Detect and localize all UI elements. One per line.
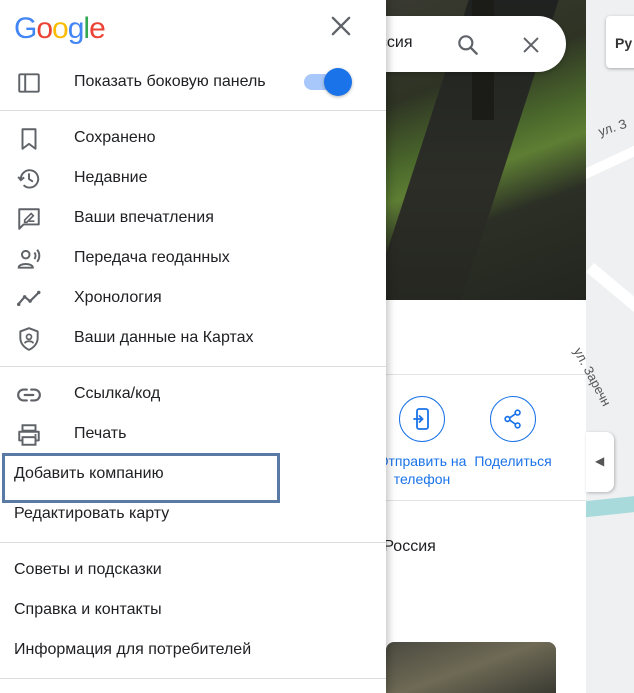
shield-icon xyxy=(19,327,39,351)
close-icon[interactable] xyxy=(327,12,355,40)
map-canvas[interactable] xyxy=(586,0,634,693)
place-photo[interactable] xyxy=(386,642,556,693)
menu-item-saved[interactable]: Сохранено xyxy=(0,118,386,158)
menu-item-your-data[interactable]: Ваши данные на Картах xyxy=(0,318,386,358)
print-icon xyxy=(18,424,40,446)
history-icon xyxy=(17,169,40,189)
menu-item-print[interactable]: Печать xyxy=(0,414,386,454)
menu-item-label: Информация для потребителей xyxy=(14,641,252,658)
menu-item-label: Редактировать карту xyxy=(14,505,170,522)
menu-item-label: Ссылка/код xyxy=(74,385,161,402)
map-chip[interactable]: Ру xyxy=(606,16,634,68)
divider xyxy=(0,366,386,367)
action-label: Поделиться xyxy=(474,453,552,469)
google-logo: Google xyxy=(14,12,106,45)
clear-search-icon[interactable] xyxy=(520,34,542,56)
sidebar-icon xyxy=(18,73,40,93)
action-label: Отправить на телефон xyxy=(377,453,467,487)
divider xyxy=(0,110,386,111)
menu-item-label: Сохранено xyxy=(74,129,156,146)
location-sharing-icon xyxy=(17,249,41,269)
menu-item-help[interactable]: Справка и контакты xyxy=(0,590,386,630)
sidebar-toggle-switch[interactable] xyxy=(302,68,352,96)
share-icon xyxy=(504,409,521,429)
menu-item-label: Хронология xyxy=(74,289,162,306)
menu-item-label: Ваши впечатления xyxy=(74,209,214,226)
menu-item-contributions[interactable]: Ваши впечатления xyxy=(0,198,386,238)
menu-item-label: Ваши данные на Картах xyxy=(74,329,254,346)
menu-item-timeline[interactable]: Хронология xyxy=(0,278,386,318)
menu-item-recent[interactable]: Недавние xyxy=(0,158,386,198)
divider xyxy=(0,542,386,543)
menu-item-label: Недавние xyxy=(74,169,148,186)
search-icon[interactable] xyxy=(455,32,481,58)
send-to-phone-icon xyxy=(413,408,429,430)
menu-item-label: Передача геоданных xyxy=(74,249,230,266)
review-icon xyxy=(18,208,40,230)
menu-item-label: Печать xyxy=(74,425,127,442)
share-button[interactable]: Поделиться xyxy=(463,396,563,470)
collapse-panel-button[interactable]: ◀ xyxy=(586,432,614,492)
menu-item-label: Добавить компанию xyxy=(14,465,164,482)
menu-item-link[interactable]: Ссылка/код xyxy=(0,374,386,414)
link-icon xyxy=(17,388,41,402)
chevron-left-icon: ◀ xyxy=(595,454,605,468)
menu-item-tips[interactable]: Советы и подсказки xyxy=(0,550,386,590)
menu-item-consumer-info[interactable]: Информация для потребителей xyxy=(0,630,386,670)
send-to-phone-button[interactable]: Отправить на телефон xyxy=(372,396,472,488)
menu-item-label: Советы и подсказки xyxy=(14,561,162,578)
menu-item-edit-map[interactable]: Редактировать карту xyxy=(0,494,386,534)
divider xyxy=(0,678,386,679)
divider xyxy=(360,500,586,501)
menu-item-location-sharing[interactable]: Передача геоданных xyxy=(0,238,386,278)
side-menu-drawer: Google Показать боковую панель Сохранено… xyxy=(0,0,386,693)
bookmark-icon xyxy=(21,128,37,150)
timeline-icon xyxy=(16,290,41,307)
menu-item-add-business[interactable]: Добавить компанию xyxy=(0,454,386,494)
menu-item-label: Справка и контакты xyxy=(14,601,162,618)
divider xyxy=(360,374,586,375)
menu-item-label: Показать боковую панель xyxy=(74,73,266,90)
